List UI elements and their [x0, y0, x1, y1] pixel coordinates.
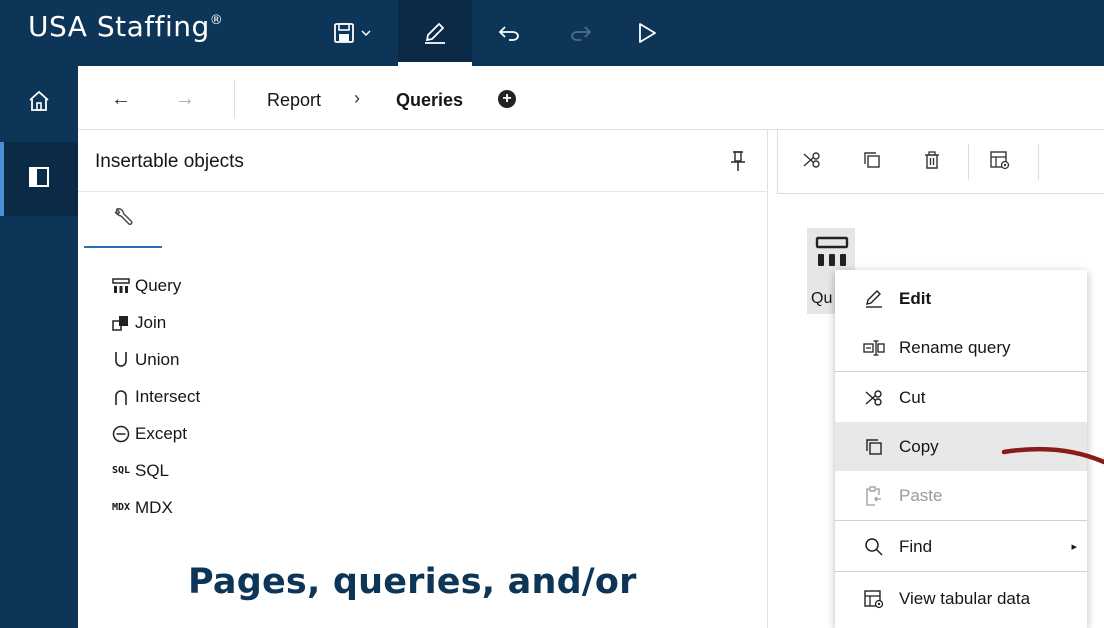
- delete-icon: [922, 150, 942, 175]
- list-item-label: Join: [135, 312, 167, 332]
- back-arrow-icon: ←: [111, 87, 131, 110]
- menu-item-label: Rename query: [899, 337, 1011, 357]
- cut-button[interactable]: [798, 148, 826, 176]
- list-item-union[interactable]: Union: [111, 341, 200, 378]
- add-circle-icon[interactable]: +: [498, 90, 516, 108]
- rename-icon: [863, 337, 885, 359]
- menu-item-label: Copy: [899, 436, 939, 456]
- menu-item-label: Paste: [899, 485, 943, 505]
- cut-icon: [863, 387, 885, 409]
- save-button[interactable]: [316, 0, 388, 66]
- undo-button[interactable]: [484, 0, 534, 66]
- wrench-icon: [112, 206, 134, 233]
- submenu-arrow-icon: ▸: [1071, 541, 1077, 553]
- panel-header: Insertable objects: [78, 130, 768, 192]
- menu-divider: [835, 520, 1087, 521]
- query-tile-label: Qu: [811, 290, 833, 307]
- menu-item-find[interactable]: Find ▸: [835, 522, 1087, 571]
- menu-divider: [835, 371, 1087, 372]
- sql-icon: SQL: [111, 465, 131, 476]
- app-header: USA Staffing®: [0, 0, 1104, 66]
- redo-icon: [569, 23, 593, 43]
- redo-button[interactable]: [556, 0, 606, 66]
- copy-icon: [863, 436, 885, 458]
- panel-icon: [28, 166, 50, 193]
- except-icon: [111, 424, 131, 444]
- list-item-query[interactable]: Query: [111, 267, 200, 304]
- cut-icon: [802, 150, 822, 175]
- chevron-down-icon[interactable]: [361, 29, 371, 37]
- chevron-right-icon: ›: [354, 88, 360, 108]
- insertable-objects-list: Query Join Union Intersect Except SQL SQ…: [111, 267, 200, 526]
- list-item-label: Query: [135, 275, 182, 295]
- left-rail: [0, 66, 78, 628]
- list-item-sql[interactable]: SQL SQL: [111, 452, 200, 489]
- breadcrumb-divider: [234, 80, 235, 118]
- join-icon: [111, 313, 131, 333]
- undo-icon: [497, 23, 521, 43]
- brand-logo: USA Staffing®: [28, 10, 223, 43]
- paste-icon: [863, 485, 885, 507]
- list-item-label: SQL: [135, 460, 170, 480]
- save-icon: [333, 22, 355, 44]
- breadcrumb-queries: Queries: [396, 90, 464, 110]
- query-icon: [815, 236, 849, 273]
- home-icon: [27, 89, 51, 118]
- caption-text: Pages, queries, and/or: [188, 562, 637, 602]
- breadcrumb-report[interactable]: Report: [267, 90, 321, 111]
- forward-button[interactable]: →: [172, 86, 198, 112]
- copy-icon: [862, 150, 882, 175]
- pin-icon[interactable]: [730, 150, 746, 177]
- list-item-label: MDX: [135, 497, 173, 517]
- list-item-mdx[interactable]: MDX MDX: [111, 489, 200, 526]
- play-icon: [636, 21, 658, 45]
- breadcrumb: ← → Report › Queries +: [78, 66, 1104, 130]
- brand-name: USA Staffing: [28, 10, 210, 43]
- insertable-objects-panel: Insertable objects Query Join Union Inte…: [78, 130, 768, 628]
- search-icon: [863, 536, 885, 558]
- menu-divider: [835, 571, 1087, 572]
- menu-item-label: Find: [899, 536, 933, 556]
- menu-item-label: Edit: [899, 288, 932, 308]
- canvas-toolbar: [777, 130, 1104, 194]
- list-item-label: Union: [135, 349, 180, 369]
- menu-item-cut[interactable]: Cut: [835, 373, 1087, 422]
- view-tabular-data-button[interactable]: [986, 148, 1014, 176]
- menu-item-edit[interactable]: Edit: [835, 274, 1087, 323]
- tab-toolbox[interactable]: [84, 192, 162, 248]
- view-tabular-data-icon: [989, 150, 1011, 175]
- toolbar-divider: [1038, 144, 1039, 180]
- menu-item-paste[interactable]: Paste: [835, 471, 1087, 520]
- copy-button[interactable]: [858, 148, 886, 176]
- home-button[interactable]: [0, 66, 78, 140]
- pencil-icon: [863, 288, 885, 310]
- mdx-icon: MDX: [111, 502, 131, 513]
- list-item-label: Intersect: [135, 386, 201, 406]
- list-item-except[interactable]: Except: [111, 415, 200, 452]
- back-button[interactable]: ←: [108, 86, 134, 112]
- panel-toggle-button[interactable]: [0, 142, 78, 216]
- toolbar-divider: [968, 144, 969, 180]
- view-tabular-data-icon: [863, 588, 885, 610]
- menu-item-label: View tabular data: [899, 588, 1031, 608]
- menu-item-view-tabular-data[interactable]: View tabular data: [835, 574, 1087, 623]
- list-item-intersect[interactable]: Intersect: [111, 378, 200, 415]
- forward-arrow-icon: →: [175, 87, 195, 110]
- edit-button[interactable]: [398, 0, 472, 66]
- panel-title: Insertable objects: [95, 151, 244, 172]
- run-button[interactable]: [622, 0, 672, 66]
- menu-item-copy[interactable]: Copy: [835, 422, 1087, 471]
- list-item-label: Except: [135, 423, 187, 443]
- list-item-join[interactable]: Join: [111, 304, 200, 341]
- intersect-icon: [111, 387, 131, 407]
- menu-item-rename-query[interactable]: Rename query: [835, 323, 1087, 372]
- context-menu: Edit Rename query Cut Copy Paste Find ▸ …: [835, 270, 1087, 628]
- union-icon: [111, 350, 131, 370]
- pencil-icon: [422, 20, 448, 46]
- menu-item-label: Cut: [899, 387, 926, 407]
- brand-mark: ®: [209, 12, 224, 28]
- delete-button[interactable]: [918, 148, 946, 176]
- query-icon: [111, 276, 131, 296]
